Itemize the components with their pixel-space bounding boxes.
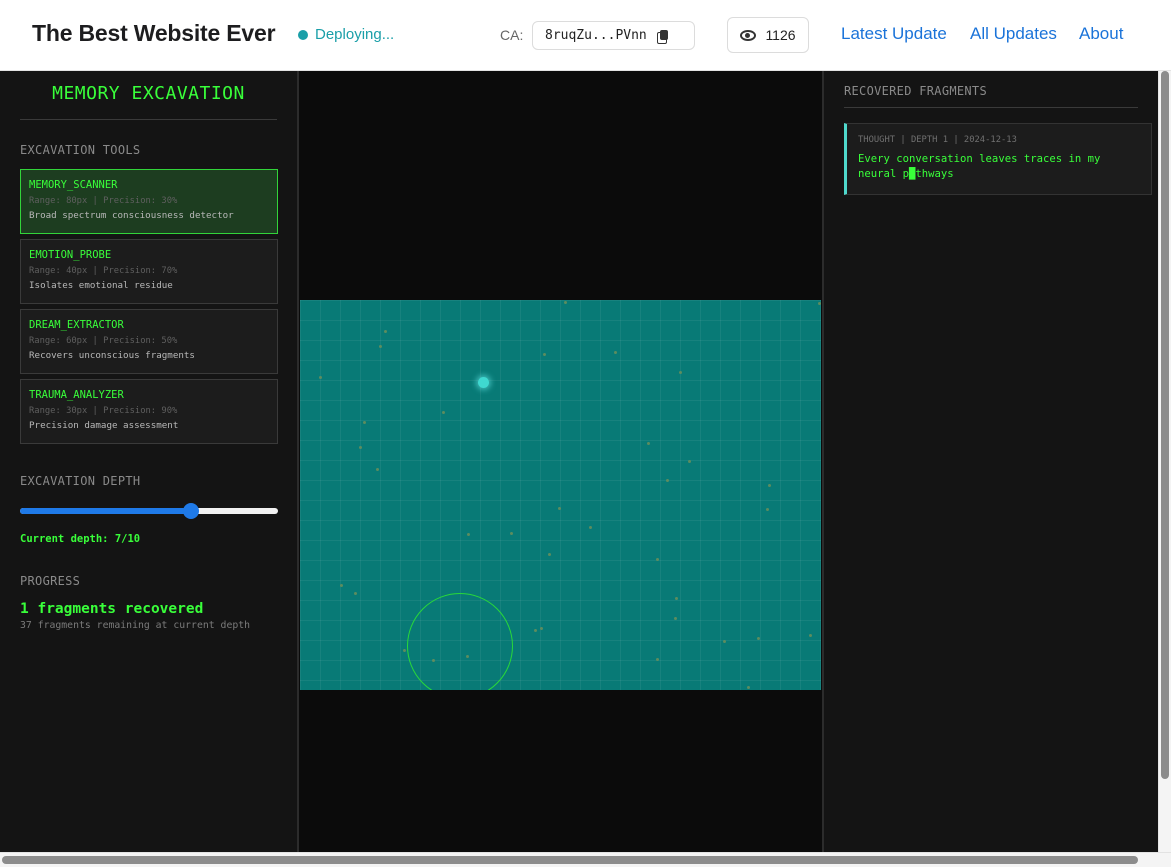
- contract-address-value: 8ruqZu...PVnn: [545, 28, 647, 43]
- dust-particle: [768, 484, 771, 487]
- excavation-viewport: [299, 71, 822, 852]
- contract-address-label: CA:: [500, 27, 524, 43]
- memory-fragment-marker[interactable]: [478, 377, 489, 388]
- dust-particle: [384, 330, 387, 333]
- fragment-meta: THOUGHT | DEPTH 1 | 2024-12-13: [858, 135, 1017, 145]
- view-count: 1126: [765, 27, 796, 43]
- tool-name: TRAUMA_ANALYZER: [29, 389, 124, 401]
- dust-particle: [656, 658, 659, 661]
- vertical-scrollbar[interactable]: [1158, 71, 1171, 852]
- dust-particle: [319, 376, 322, 379]
- tool-meta: Range: 60px | Precision: 50%: [29, 336, 178, 346]
- view-counter: 1126: [727, 17, 809, 53]
- depth-slider[interactable]: [20, 502, 278, 520]
- deploy-status-text: Deploying...: [315, 26, 395, 43]
- scanner-range-circle: [407, 593, 513, 690]
- vertical-scrollbar-thumb[interactable]: [1161, 71, 1169, 779]
- dust-particle: [379, 345, 382, 348]
- dust-particle: [679, 371, 682, 374]
- dust-particle: [534, 629, 537, 632]
- dust-particle: [647, 442, 650, 445]
- dust-particle: [467, 533, 470, 536]
- fragment-card[interactable]: THOUGHT | DEPTH 1 | 2024-12-13 Every con…: [844, 123, 1152, 195]
- top-navigation-bar: The Best Website Ever Deploying... CA: 8…: [0, 0, 1171, 71]
- dust-particle: [723, 640, 726, 643]
- dust-particle: [363, 421, 366, 424]
- deploy-status: Deploying...: [298, 26, 394, 43]
- dust-particle: [614, 351, 617, 354]
- tool-description: Broad spectrum consciousness detector: [29, 210, 234, 221]
- dust-particle: [809, 634, 812, 637]
- nav-latest-update[interactable]: Latest Update: [841, 24, 947, 44]
- dust-particle: [354, 592, 357, 595]
- dust-particle: [688, 460, 691, 463]
- dust-particle: [674, 617, 677, 620]
- contract-address-copy-button[interactable]: 8ruqZu...PVnn: [532, 21, 695, 50]
- dust-particle: [376, 468, 379, 471]
- tool-description: Precision damage assessment: [29, 420, 179, 431]
- tool-meta: Range: 30px | Precision: 90%: [29, 406, 178, 416]
- excavation-canvas[interactable]: [300, 300, 821, 690]
- slider-thumb[interactable]: [183, 503, 200, 519]
- dust-particle: [442, 411, 445, 414]
- dust-particle: [818, 302, 821, 305]
- tool-description: Recovers unconscious fragments: [29, 350, 195, 361]
- horizontal-scrollbar[interactable]: [0, 852, 1171, 867]
- fragments-remaining-text: 37 fragments remaining at current depth: [20, 620, 251, 631]
- dust-particle: [340, 584, 343, 587]
- horizontal-scrollbar-thumb[interactable]: [2, 856, 1138, 864]
- tool-trauma-analyzer[interactable]: TRAUMA_ANALYZER Range: 30px | Precision:…: [20, 379, 278, 444]
- dust-particle: [656, 558, 659, 561]
- dust-particle: [543, 353, 546, 356]
- progress-section-label: PROGRESS: [20, 574, 81, 588]
- dust-particle: [747, 686, 750, 689]
- depth-section-label: EXCAVATION DEPTH: [20, 474, 141, 488]
- fragments-recovered-count: 1 fragments recovered: [20, 601, 204, 617]
- dust-particle: [558, 507, 561, 510]
- tool-dream-extractor[interactable]: DREAM_EXTRACTOR Range: 60px | Precision:…: [20, 309, 278, 374]
- status-dot-icon: [298, 29, 308, 40]
- tool-meta: Range: 80px | Precision: 30%: [29, 196, 178, 206]
- panel-title: MEMORY EXCAVATION: [20, 83, 277, 120]
- copy-icon: [656, 29, 668, 44]
- dust-particle: [589, 526, 592, 529]
- dust-particle: [564, 301, 567, 304]
- dust-particle: [403, 649, 406, 652]
- dust-particle: [675, 597, 678, 600]
- tools-section-label: EXCAVATION TOOLS: [20, 143, 141, 157]
- dust-particle: [510, 532, 513, 535]
- dust-particle: [766, 508, 769, 511]
- excavation-control-panel: MEMORY EXCAVATION EXCAVATION TOOLS MEMOR…: [0, 71, 299, 852]
- tool-name: MEMORY_SCANNER: [29, 179, 118, 191]
- fragments-header: RECOVERED FRAGMENTS: [844, 84, 1138, 108]
- dust-particle: [359, 446, 362, 449]
- slider-fill: [20, 508, 192, 514]
- dust-particle: [432, 659, 435, 662]
- tool-emotion-probe[interactable]: EMOTION_PROBE Range: 40px | Precision: 7…: [20, 239, 278, 304]
- fragment-text: Every conversation leaves traces in my n…: [858, 153, 1101, 180]
- tool-description: Isolates emotional residue: [29, 280, 173, 291]
- tool-memory-scanner[interactable]: MEMORY_SCANNER Range: 80px | Precision: …: [20, 169, 278, 234]
- dust-particle: [466, 655, 469, 658]
- nav-all-updates[interactable]: All Updates: [970, 24, 1057, 44]
- dust-particle: [540, 627, 543, 630]
- tool-name: DREAM_EXTRACTOR: [29, 319, 124, 331]
- dust-particle: [548, 553, 551, 556]
- dust-particle: [757, 637, 760, 640]
- nav-about[interactable]: About: [1079, 24, 1123, 44]
- recovered-fragments-panel: RECOVERED FRAGMENTS THOUGHT | DEPTH 1 | …: [822, 71, 1158, 852]
- site-title[interactable]: The Best Website Ever: [32, 20, 276, 47]
- dust-particle: [666, 479, 669, 482]
- eye-icon: [740, 29, 757, 41]
- tool-meta: Range: 40px | Precision: 70%: [29, 266, 178, 276]
- depth-readout: Current depth: 7/10: [20, 533, 141, 545]
- tool-name: EMOTION_PROBE: [29, 249, 112, 261]
